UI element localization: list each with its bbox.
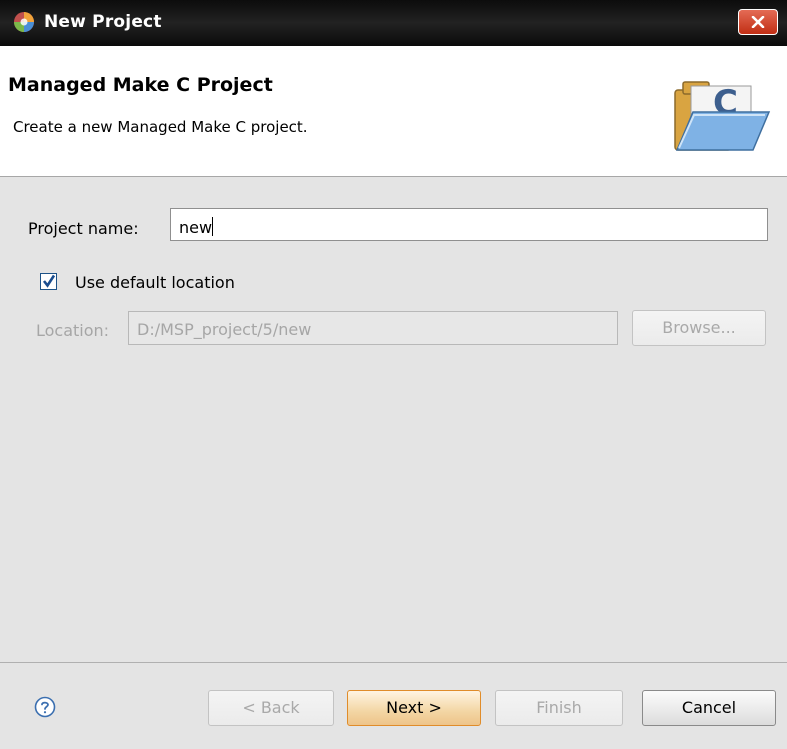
cancel-button[interactable]: Cancel (642, 690, 776, 726)
text-caret (212, 217, 214, 236)
window-title: New Project (44, 12, 162, 32)
close-icon (751, 16, 765, 28)
eclipse-new-project-icon (14, 12, 34, 32)
page-description: Create a new Managed Make C project. (13, 118, 308, 136)
footer-separator (0, 662, 787, 663)
use-default-location-checkbox[interactable] (40, 273, 57, 290)
title-bar[interactable]: New Project (0, 0, 787, 46)
project-name-value: new (179, 218, 213, 237)
location-label: Location: (36, 321, 110, 340)
new-project-dialog: New Project Managed Make C Project Creat… (0, 0, 787, 749)
help-icon[interactable] (34, 696, 56, 718)
project-name-input[interactable]: new (170, 208, 768, 241)
location-input[interactable]: D:/MSP_project/5/new (128, 311, 618, 345)
browse-button[interactable]: Browse... (632, 310, 766, 346)
location-value: D:/MSP_project/5/new (137, 320, 312, 339)
page-title: Managed Make C Project (8, 74, 273, 96)
use-default-location-label[interactable]: Use default location (75, 273, 235, 292)
project-name-label: Project name: (28, 219, 139, 238)
back-button[interactable]: < Back (208, 690, 334, 726)
wizard-header: Managed Make C Project Create a new Mana… (0, 46, 787, 177)
close-button[interactable] (738, 9, 778, 35)
next-button[interactable]: Next > (347, 690, 481, 726)
finish-button[interactable]: Finish (495, 690, 623, 726)
checkmark-icon (42, 274, 56, 288)
c-project-folder-icon: C (674, 81, 771, 151)
